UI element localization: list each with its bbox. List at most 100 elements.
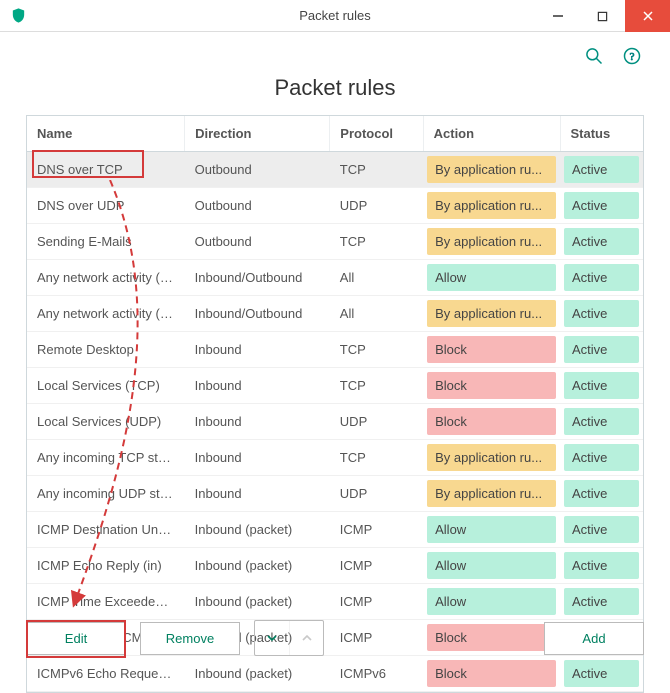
page-title: Packet rules <box>0 75 670 101</box>
cell-direction: Outbound <box>185 152 330 188</box>
cell-protocol: All <box>330 296 423 332</box>
cell-name: ICMPv6 Echo Request (in) <box>27 656 185 692</box>
cell-name: ICMP Destination Unrea... <box>27 512 185 548</box>
cell-direction: Inbound/Outbound <box>185 260 330 296</box>
cell-action: Allow <box>423 584 560 620</box>
status-pill[interactable]: Active <box>564 480 639 507</box>
cell-direction: Inbound <box>185 476 330 512</box>
cell-name: ICMP Echo Reply (in) <box>27 548 185 584</box>
app-shield-icon <box>8 6 28 26</box>
table-row[interactable]: Remote DesktopInboundTCPBlockActive <box>27 332 643 368</box>
cell-direction: Outbound <box>185 188 330 224</box>
status-pill[interactable]: Active <box>564 444 639 471</box>
cell-status: Active <box>560 404 643 440</box>
cell-status: Active <box>560 368 643 404</box>
status-pill[interactable]: Active <box>564 156 639 183</box>
cell-action: By application ru... <box>423 476 560 512</box>
table-row[interactable]: Any incoming UDP stre...InboundUDPBy app… <box>27 476 643 512</box>
cell-action: By application ru... <box>423 440 560 476</box>
cell-action: Allow <box>423 548 560 584</box>
cell-direction: Inbound <box>185 368 330 404</box>
action-pill[interactable]: By application ru... <box>427 192 556 219</box>
action-pill[interactable]: Block <box>427 408 556 435</box>
status-pill[interactable]: Active <box>564 372 639 399</box>
status-pill[interactable]: Active <box>564 552 639 579</box>
status-pill[interactable]: Active <box>564 264 639 291</box>
cell-protocol: UDP <box>330 404 423 440</box>
action-pill[interactable]: Allow <box>427 588 556 615</box>
cell-status: Active <box>560 476 643 512</box>
status-pill[interactable]: Active <box>564 516 639 543</box>
action-pill[interactable]: Allow <box>427 264 556 291</box>
move-down-button[interactable] <box>255 621 289 655</box>
window-controls <box>535 0 670 32</box>
column-name[interactable]: Name <box>27 116 185 152</box>
cell-action: Block <box>423 332 560 368</box>
cell-name: Remote Desktop <box>27 332 185 368</box>
remove-button[interactable]: Remove <box>140 622 240 655</box>
add-button[interactable]: Add <box>544 622 644 655</box>
cell-protocol: All <box>330 260 423 296</box>
cell-protocol: ICMP <box>330 548 423 584</box>
action-pill[interactable]: Allow <box>427 552 556 579</box>
cell-status: Active <box>560 332 643 368</box>
cell-action: By application ru... <box>423 296 560 332</box>
table-row[interactable]: ICMP Destination Unrea...Inbound (packet… <box>27 512 643 548</box>
table-row[interactable]: ICMPv6 Echo Request (in)Inbound (packet)… <box>27 656 643 692</box>
column-status[interactable]: Status <box>560 116 643 152</box>
cell-status: Active <box>560 548 643 584</box>
table-row[interactable]: DNS over UDPOutboundUDPBy application ru… <box>27 188 643 224</box>
action-pill[interactable]: By application ru... <box>427 156 556 183</box>
cell-direction: Inbound (packet) <box>185 584 330 620</box>
cell-protocol: UDP <box>330 188 423 224</box>
cell-direction: Inbound (packet) <box>185 512 330 548</box>
cell-action: By application ru... <box>423 224 560 260</box>
minimize-button[interactable] <box>535 0 580 32</box>
cell-action: Block <box>423 656 560 692</box>
cell-protocol: ICMP <box>330 512 423 548</box>
action-pill[interactable]: Block <box>427 660 556 687</box>
action-pill[interactable]: Block <box>427 372 556 399</box>
rules-table: Name Direction Protocol Action Status DN… <box>26 115 644 693</box>
action-pill[interactable]: By application ru... <box>427 228 556 255</box>
status-pill[interactable]: Active <box>564 588 639 615</box>
help-icon[interactable]: ? <box>622 46 642 69</box>
status-pill[interactable]: Active <box>564 192 639 219</box>
table-row[interactable]: ICMP Time Exceeded (in)Inbound (packet)I… <box>27 584 643 620</box>
action-pill[interactable]: Allow <box>427 516 556 543</box>
status-pill[interactable]: Active <box>564 228 639 255</box>
table-row[interactable]: Any network activity (Lo...Inbound/Outbo… <box>27 296 643 332</box>
action-pill[interactable]: Block <box>427 336 556 363</box>
cell-direction: Inbound (packet) <box>185 656 330 692</box>
cell-status: Active <box>560 260 643 296</box>
table-row[interactable]: Any incoming TCP strea...InboundTCPBy ap… <box>27 440 643 476</box>
move-up-button[interactable] <box>289 621 323 655</box>
table-row[interactable]: Local Services (UDP)InboundUDPBlockActiv… <box>27 404 643 440</box>
column-protocol[interactable]: Protocol <box>330 116 423 152</box>
table-row[interactable]: DNS over TCPOutboundTCPBy application ru… <box>27 152 643 188</box>
footer: Edit Remove Add <box>26 620 644 656</box>
close-button[interactable] <box>625 0 670 32</box>
cell-direction: Inbound <box>185 332 330 368</box>
table-row[interactable]: Local Services (TCP)InboundTCPBlockActiv… <box>27 368 643 404</box>
action-pill[interactable]: By application ru... <box>427 480 556 507</box>
status-pill[interactable]: Active <box>564 660 639 687</box>
cell-name: Sending E-Mails <box>27 224 185 260</box>
action-pill[interactable]: By application ru... <box>427 444 556 471</box>
edit-button[interactable]: Edit <box>26 622 126 655</box>
column-direction[interactable]: Direction <box>185 116 330 152</box>
status-pill[interactable]: Active <box>564 336 639 363</box>
table-row[interactable]: Any network activity (Tr...Inbound/Outbo… <box>27 260 643 296</box>
cell-action: Block <box>423 368 560 404</box>
cell-action: Allow <box>423 260 560 296</box>
status-pill[interactable]: Active <box>564 300 639 327</box>
maximize-button[interactable] <box>580 0 625 32</box>
action-pill[interactable]: By application ru... <box>427 300 556 327</box>
table-row[interactable]: ICMP Echo Reply (in)Inbound (packet)ICMP… <box>27 548 643 584</box>
status-pill[interactable]: Active <box>564 408 639 435</box>
cell-status: Active <box>560 656 643 692</box>
cell-name: DNS over UDP <box>27 188 185 224</box>
table-row[interactable]: Sending E-MailsOutboundTCPBy application… <box>27 224 643 260</box>
column-action[interactable]: Action <box>423 116 560 152</box>
search-icon[interactable] <box>584 46 604 69</box>
